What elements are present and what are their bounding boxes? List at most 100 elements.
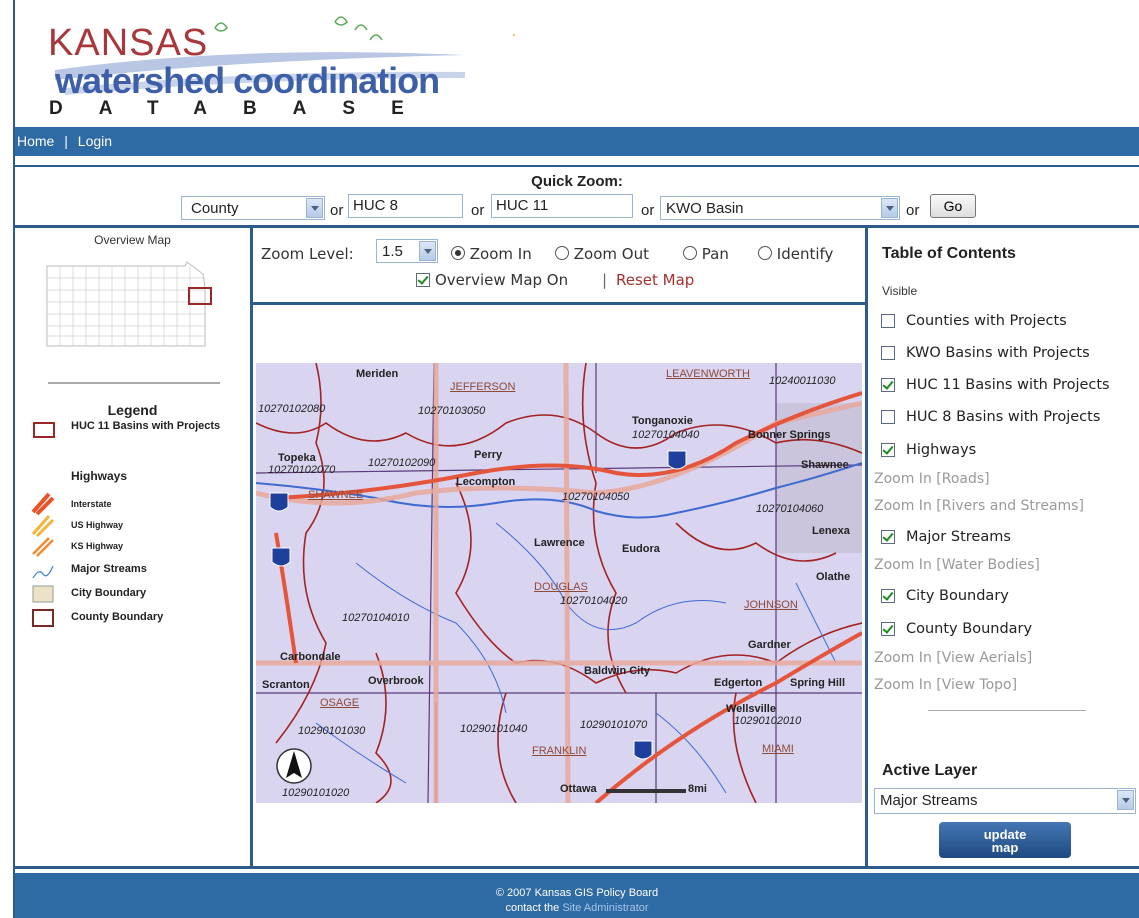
overview-checkbox[interactable] <box>416 273 430 287</box>
left-panel: Overview Map Legend HUC 11 Basins with P… <box>15 226 253 866</box>
active-layer-select[interactable]: Major Streams <box>874 788 1136 814</box>
highways-checkbox[interactable] <box>881 443 895 457</box>
map-label: MIAMI <box>762 743 794 755</box>
zoom-level-select[interactable]: 1.5 <box>376 239 438 263</box>
zoom-roads-text: Zoom In [Roads] <box>874 471 990 487</box>
county-select[interactable]: County <box>181 196 325 220</box>
pan-label: Pan <box>701 245 729 263</box>
map-label: 10290101030 <box>298 725 366 737</box>
nav-separator: | <box>64 133 68 149</box>
huc11-checkbox[interactable] <box>881 378 895 392</box>
map-label: 10270104020 <box>560 595 628 607</box>
map-label: Lawrence <box>534 537 585 549</box>
map-label: Ottawa <box>560 783 597 795</box>
huc11-input[interactable]: HUC 11 <box>491 194 633 218</box>
map-label: Scranton <box>262 679 310 691</box>
county-boundary-checkbox[interactable] <box>881 622 895 636</box>
or-label: or <box>471 202 485 219</box>
logo-kansas: KANSAS <box>48 22 209 64</box>
map-label: 10270103050 <box>418 405 486 417</box>
map-label: Gardner <box>748 639 791 651</box>
contact-line: contact the Site Administrator <box>15 902 1139 914</box>
city-boundary-label: City Boundary <box>906 588 1009 604</box>
zoom-in-radio[interactable]: Zoom In <box>451 245 532 263</box>
overview-map[interactable] <box>45 258 215 348</box>
radio-icon[interactable] <box>451 246 465 260</box>
visible-label: Visible <box>882 284 918 298</box>
map-label: Meriden <box>356 368 399 380</box>
login-link[interactable]: Login <box>78 133 112 149</box>
chevron-down-icon[interactable] <box>419 241 436 261</box>
map-label: Eudora <box>622 543 660 555</box>
or-label: or <box>330 202 344 219</box>
map-label: 10240011030 <box>769 375 836 387</box>
map-label: 10270102090 <box>368 457 436 469</box>
huc11-legend-label: HUC 11 Basins with Projects <box>71 420 221 432</box>
kwo-basin-select[interactable]: KWO Basin <box>660 196 900 220</box>
map-label: Topeka <box>278 452 316 464</box>
map-panel: Zoom Level: 1.5 Zoom In Zoom Out Pan Ide… <box>253 226 868 866</box>
map-label: 10290102010 <box>734 715 802 727</box>
interstate-label: Interstate <box>71 499 112 509</box>
county-boundary-label: County Boundary <box>71 611 164 623</box>
map-label: Spring Hill <box>790 677 845 689</box>
major-streams-label: Major Streams <box>71 563 147 575</box>
map-label: 10290101070 <box>580 719 648 731</box>
or-label: or <box>906 202 920 219</box>
legend-icons <box>31 492 55 627</box>
map-label: 10270104050 <box>562 491 630 503</box>
huc11-label: HUC 11 Basins with Projects <box>906 377 1110 393</box>
counties-label: Counties with Projects <box>906 313 1067 329</box>
map-label: DOUGLAS <box>534 581 588 593</box>
update-map-button[interactable]: update map <box>939 822 1071 858</box>
zoom-in-label: Zoom In <box>469 245 532 263</box>
home-link[interactable]: Home <box>17 133 54 149</box>
map-label: 10270104010 <box>342 612 410 624</box>
map-label: Olathe <box>816 571 851 583</box>
us-highway-label: US Highway <box>71 520 124 530</box>
map-label: Overbrook <box>368 675 424 687</box>
huc8-input[interactable]: HUC 8 <box>348 194 463 218</box>
county-select-value: County <box>191 200 239 217</box>
counties-checkbox[interactable] <box>881 314 895 328</box>
pan-radio[interactable]: Pan <box>683 245 729 263</box>
major-streams-label: Major Streams <box>906 529 1011 545</box>
zoom-rivers-text: Zoom In [Rivers and Streams] <box>874 498 1084 514</box>
chevron-down-icon[interactable] <box>306 198 323 218</box>
map-label: LEAVENWORTH <box>666 368 750 380</box>
map-label: Carbondale <box>280 651 341 663</box>
update-map-label: update map <box>983 827 1027 855</box>
map-label: SHAWNEE <box>308 489 364 501</box>
identify-radio[interactable]: Identify <box>758 245 833 263</box>
kwo-label: KWO Basins with Projects <box>906 345 1090 361</box>
chevron-down-icon[interactable] <box>1117 790 1134 810</box>
reset-map-link[interactable]: Reset Map <box>616 271 694 289</box>
zoom-out-radio[interactable]: Zoom Out <box>555 245 649 263</box>
active-layer-value: Major Streams <box>880 792 978 809</box>
active-layer-title: Active Layer <box>882 762 978 779</box>
zoom-level-label: Zoom Level: <box>261 245 354 263</box>
kwo-checkbox[interactable] <box>881 346 895 360</box>
city-boundary-checkbox[interactable] <box>881 589 895 603</box>
logo-watershed: watershed coordination <box>55 60 440 101</box>
go-button[interactable]: Go <box>930 194 976 218</box>
map-image[interactable]: Meriden JEFFERSON LEAVENWORTH 1024001103… <box>256 363 862 803</box>
interstate-icon <box>31 492 55 516</box>
map-label: 10270104060 <box>756 503 824 515</box>
major-streams-checkbox[interactable] <box>881 530 895 544</box>
huc8-checkbox[interactable] <box>881 410 895 424</box>
radio-icon[interactable] <box>683 246 697 260</box>
quick-zoom-title: Quick Zoom: <box>531 173 623 190</box>
overview-map-title: Overview Map <box>94 233 171 247</box>
map-label: FRANKLIN <box>532 745 587 757</box>
chevron-down-icon[interactable] <box>881 198 898 218</box>
header: KANSAS watershed coordination DATABASE <box>15 0 1139 125</box>
map-label: 10270102070 <box>268 464 336 476</box>
site-admin-link[interactable]: Site Administrator <box>562 902 648 914</box>
radio-icon[interactable] <box>555 246 569 260</box>
map-label: Tonganoxie <box>632 415 693 427</box>
radio-icon[interactable] <box>758 246 772 260</box>
logo-database: DATABASE <box>49 98 440 119</box>
zoom-topo-text: Zoom In [View Topo] <box>874 677 1018 693</box>
ks-highway-icon <box>32 537 54 557</box>
